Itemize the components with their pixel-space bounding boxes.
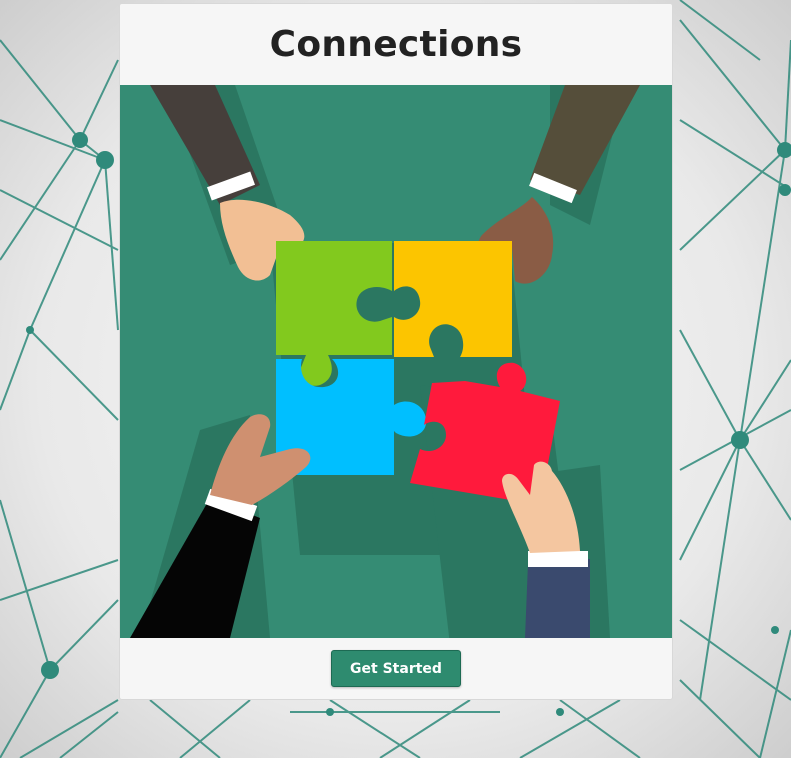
puzzle-hands-illustration bbox=[120, 85, 672, 638]
page-title: Connections bbox=[269, 24, 523, 65]
card-footer: Get Started bbox=[120, 638, 672, 699]
get-started-button[interactable]: Get Started bbox=[331, 650, 461, 687]
connections-card: Connections Get Started bbox=[119, 3, 673, 700]
card-header: Connections bbox=[120, 4, 672, 85]
